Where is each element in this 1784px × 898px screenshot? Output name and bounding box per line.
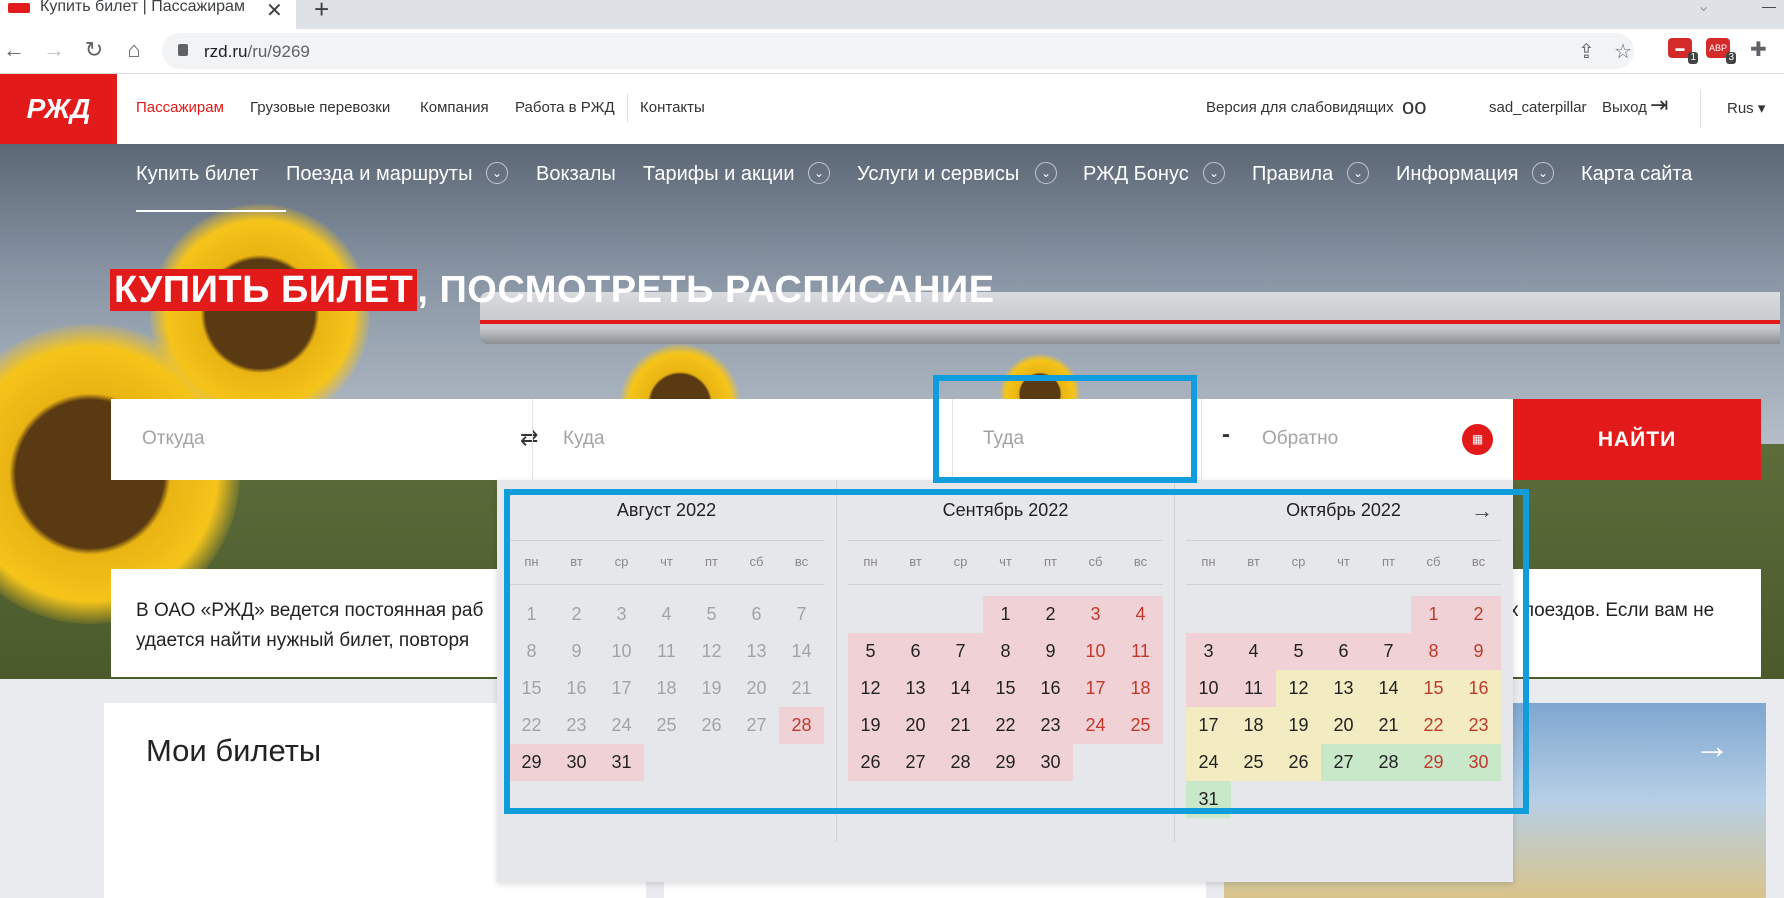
topnav-freight[interactable]: Грузовые перевозки [250, 99, 390, 116]
info-line-2: удается найти нужный билет, повторя [136, 630, 470, 651]
mainnav-info[interactable]: Информация [1396, 163, 1518, 186]
field-divider [532, 399, 533, 480]
topnav-career[interactable]: Работа в РЖД [515, 99, 615, 116]
my-tickets-title: Мои билеты [146, 733, 322, 768]
page-headline: КУПИТЬ БИЛЕТ, ПОСМОТРЕТЬ РАСПИСАНИЕ [110, 269, 995, 312]
sunflower-image [150, 204, 370, 424]
extension-1-icon[interactable]: ▬ 1 [1668, 38, 1698, 64]
logout-link[interactable]: Выход [1602, 99, 1647, 116]
new-tab-button[interactable]: + [314, 0, 329, 25]
chevron-down-icon[interactable]: ⌄ [1532, 162, 1554, 184]
info-line-1: В ОАО «РЖД» ведется постоянная раб [136, 600, 484, 621]
topnav-contacts[interactable]: Контакты [640, 99, 705, 116]
chevron-down-icon[interactable]: ⌄ [1347, 162, 1369, 184]
chevron-down-icon[interactable]: ⌄ [808, 162, 830, 184]
rzd-logo[interactable]: РЖД [0, 74, 117, 144]
lock-icon[interactable] [178, 44, 188, 56]
back-icon[interactable]: ← [0, 37, 28, 63]
rzd-favicon-icon [8, 3, 30, 13]
field-divider [1201, 399, 1202, 480]
username[interactable]: sad_caterpillar [1489, 99, 1587, 116]
arrow-right-icon[interactable]: → [1694, 725, 1730, 767]
chevron-down-icon[interactable]: ⌄ [486, 162, 508, 184]
highlight-calendar [504, 489, 1529, 814]
mainnav-sitemap[interactable]: Карта сайта [1581, 163, 1692, 186]
info-line-1-end: х поездов. Если вам не [1509, 600, 1715, 621]
highlight-depart-field [933, 375, 1197, 483]
address-bar[interactable]: rzd.ru/ru/9269 ⇪ ☆ [162, 33, 1634, 69]
glasses-icon[interactable]: oo [1402, 94, 1426, 120]
calendar-icon[interactable]: ▦ [1462, 424, 1493, 455]
site-header: РЖД Пассажирам Грузовые перевозки Компан… [0, 74, 1784, 144]
date-range-dash: - [1222, 421, 1230, 448]
mainnav-buy-ticket[interactable]: Купить билет [136, 163, 259, 186]
adblock-badge: 3 [1726, 52, 1736, 64]
mainnav-rules[interactable]: Правила [1252, 163, 1333, 186]
topnav-divider [627, 94, 628, 122]
mainnav-trains[interactable]: Поезда и маршруты [286, 163, 472, 186]
return-date-input[interactable]: Обратно [1262, 428, 1338, 450]
puzzle-icon[interactable]: ✚ [1750, 37, 1767, 62]
url-path: /ru/9269 [247, 42, 310, 61]
url-host: rzd.ru [204, 42, 248, 61]
star-icon[interactable]: ☆ [1614, 39, 1632, 64]
logout-icon[interactable]: ⇥ [1650, 92, 1668, 118]
extension-1-badge: 1 [1688, 52, 1698, 64]
forward-icon[interactable]: → [40, 37, 68, 63]
headline-rest: , ПОСМОТРЕТЬ РАСПИСАНИЕ [417, 269, 995, 311]
url-text: rzd.ru/ru/9269 [204, 42, 310, 62]
topnav-company[interactable]: Компания [420, 99, 489, 116]
chevron-down-icon[interactable]: ⌄ [1035, 162, 1057, 184]
from-input[interactable]: Откуда [142, 428, 205, 450]
mainnav-tariffs[interactable]: Тарифы и акции [643, 163, 795, 186]
swap-icon[interactable]: ⇄ [520, 425, 538, 451]
active-nav-underline [136, 210, 286, 212]
browser-tab[interactable]: Купить билет | Пассажирам ✕ [0, 0, 296, 29]
header-divider [1700, 90, 1701, 128]
language-selector[interactable]: Rus ▾ [1727, 99, 1765, 117]
find-button[interactable]: НАЙТИ [1513, 399, 1761, 480]
tab-title: Купить билет | Пассажирам [40, 0, 245, 15]
to-input[interactable]: Куда [563, 428, 605, 450]
home-icon[interactable]: ⌂ [120, 37, 148, 63]
tab-search-icon[interactable]: ⌄ [1697, 0, 1710, 16]
reload-icon[interactable]: ↻ [80, 37, 108, 63]
window-minimize-icon[interactable]: — [1762, 0, 1776, 14]
adblock-plus-icon[interactable]: ABP 3 [1706, 38, 1736, 64]
mainnav-stations[interactable]: Вокзалы [536, 163, 616, 186]
mainnav-bonus[interactable]: РЖД Бонус [1083, 163, 1189, 186]
topnav-passengers[interactable]: Пассажирам [136, 99, 224, 116]
browser-toolbar: ← → ↻ ⌂ rzd.ru/ru/9269 ⇪ ☆ ▬ 1 ABP 3 ✚ [0, 29, 1784, 74]
adblock-label: ABP [1708, 43, 1727, 53]
tab-close-icon[interactable]: ✕ [266, 0, 283, 23]
hero-train-stripe [480, 320, 1780, 324]
chevron-down-icon[interactable]: ⌄ [1203, 162, 1225, 184]
accessibility-link[interactable]: Версия для слабовидящих [1206, 99, 1394, 116]
mainnav-services[interactable]: Услуги и сервисы [857, 163, 1019, 186]
headline-highlight: КУПИТЬ БИЛЕТ [110, 269, 418, 311]
share-icon[interactable]: ⇪ [1578, 39, 1595, 64]
browser-tab-strip: Купить билет | Пассажирам ✕ + ⌄ — [0, 0, 1784, 29]
